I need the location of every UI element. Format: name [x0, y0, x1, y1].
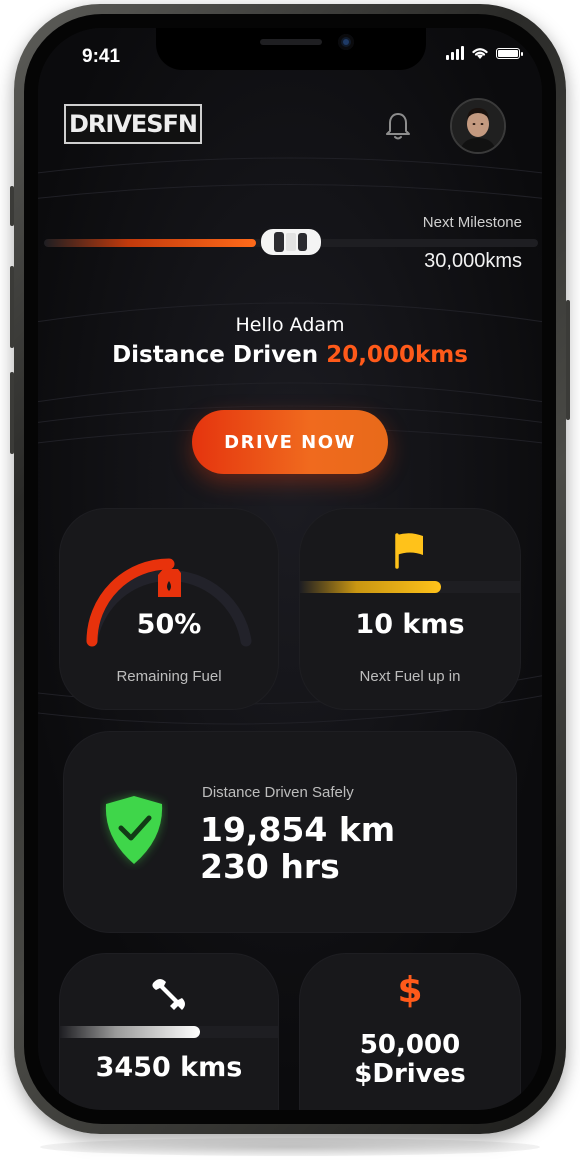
fuel-percent-value: 50% [136, 609, 202, 640]
dollar-icon: $ [397, 970, 423, 1011]
next-fuel-value: 10 kms [355, 609, 465, 640]
distance-driven-value: 20,000kms [326, 342, 468, 368]
distance-driven-line: Distance Driven 20,000kms [38, 342, 542, 368]
cellular-signal-icon [446, 46, 464, 60]
safe-distance-label: Distance Driven Safely [202, 784, 354, 801]
wifi-icon [472, 48, 488, 59]
drives-unit: $Drives [354, 1059, 466, 1089]
next-milestone-label: Next Milestone [422, 214, 522, 231]
status-icons [446, 46, 523, 60]
safety-shield-icon [105, 796, 163, 864]
greeting-text: Hello Adam [235, 314, 345, 336]
flag-icon [395, 533, 423, 569]
user-portrait-icon [452, 100, 504, 152]
app-screen: 9:41 DRIVESFN Next Milestone 30,000kms H… [38, 28, 542, 1110]
notification-bell-icon[interactable] [384, 110, 412, 142]
phone-shadow [40, 1138, 540, 1156]
service-progress-fill [60, 1026, 200, 1038]
status-time: 9:41 [82, 46, 121, 67]
service-card[interactable]: 3450 kms [60, 954, 278, 1110]
notch [156, 28, 426, 70]
safe-distance-km: 19,854 km [200, 810, 396, 849]
drive-now-button[interactable]: DRIVE NOW [192, 410, 388, 474]
safe-driving-card[interactable]: Distance Driven Safely 19,854 km 230 hrs [64, 732, 516, 932]
next-fuel-progress-fill [300, 581, 441, 593]
distance-driven-label: Distance Driven [112, 342, 319, 368]
milestone-progress-fill [44, 239, 256, 247]
service-progress-track [60, 1026, 278, 1038]
fuel-can-icon [158, 569, 181, 597]
battery-icon [496, 47, 523, 59]
next-fuel-label: Next Fuel up in [359, 668, 461, 685]
remaining-fuel-label: Remaining Fuel [116, 668, 222, 685]
volume-up-button [10, 266, 14, 348]
next-fuel-progress-track [300, 581, 520, 593]
app-logo: DRIVESFN [64, 104, 202, 144]
safe-driving-hours: 230 hrs [200, 847, 340, 886]
earpiece-speaker [260, 39, 322, 45]
silent-switch [10, 186, 14, 226]
next-milestone-value: 30,000kms [424, 250, 522, 272]
remaining-fuel-card[interactable]: 50% Remaining Fuel [60, 509, 278, 709]
volume-down-button [10, 372, 14, 454]
power-button [566, 300, 570, 420]
front-camera [338, 34, 354, 50]
next-fuel-card[interactable]: 10 kms Next Fuel up in [300, 509, 520, 709]
service-distance-value: 3450 kms [95, 1052, 243, 1083]
wrench-icon [152, 979, 185, 1010]
user-avatar[interactable] [450, 98, 506, 154]
drives-balance-card[interactable]: $ 50,000 $Drives [300, 954, 520, 1110]
drives-amount: 50,000 [359, 1030, 461, 1060]
car-icon [261, 229, 321, 255]
